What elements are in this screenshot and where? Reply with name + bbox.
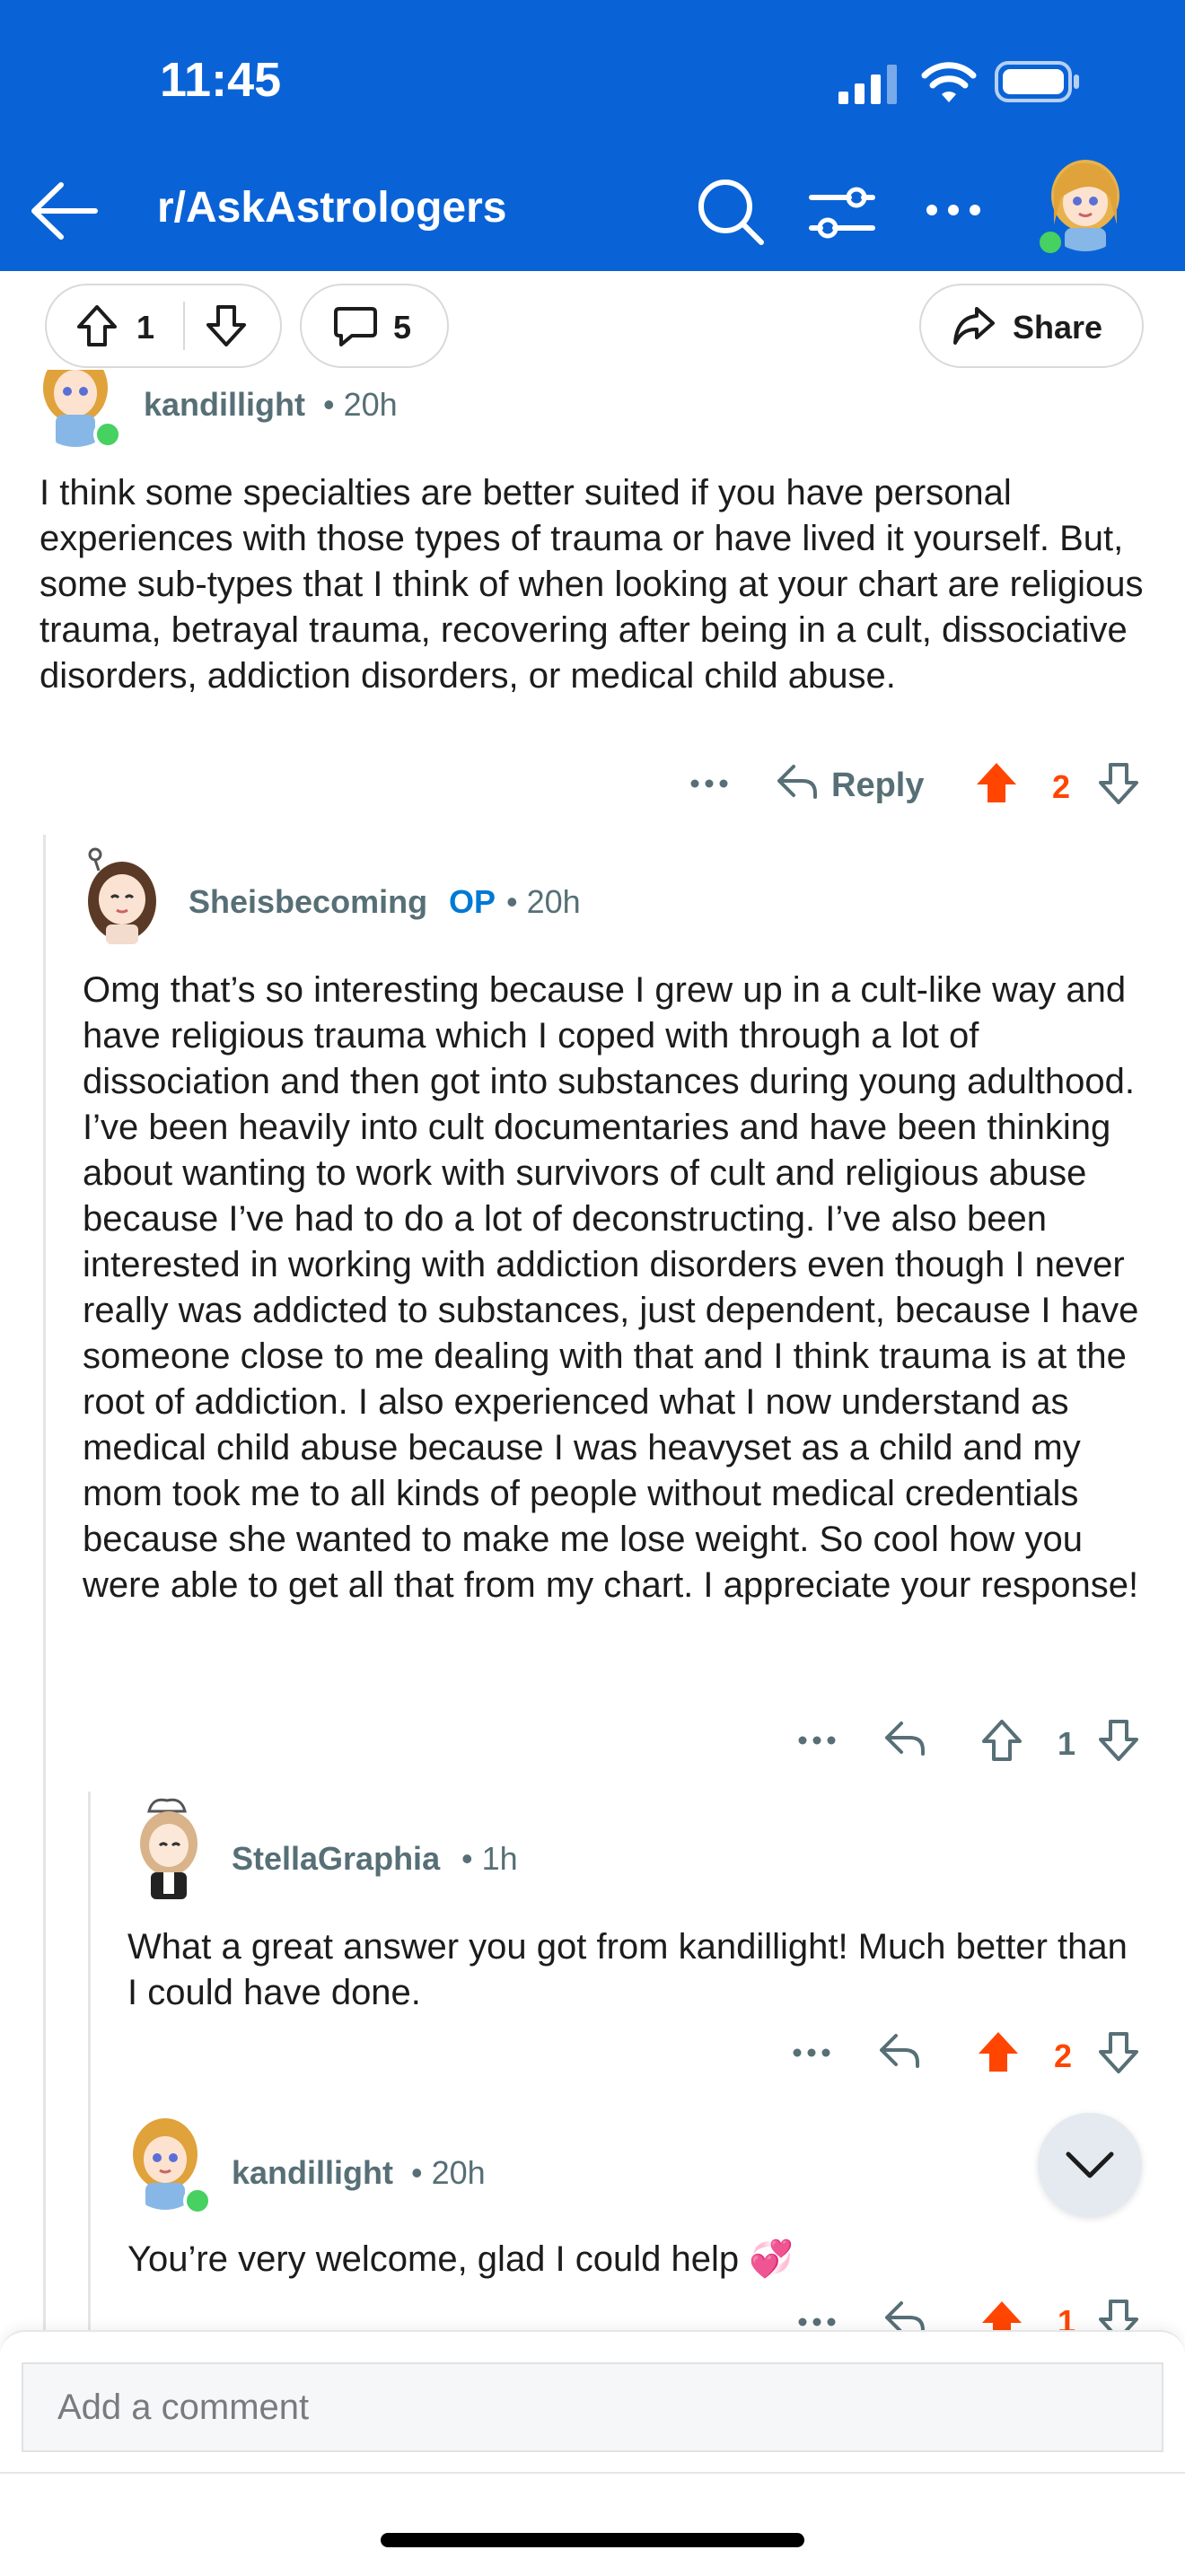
comment-timestamp: • 1h: [461, 1840, 518, 1877]
add-comment-input[interactable]: [22, 2362, 1163, 2452]
search-icon[interactable]: [697, 178, 765, 246]
downvote-arrow-icon[interactable]: [1097, 2030, 1140, 2075]
share-label: Share: [1013, 309, 1103, 346]
post-upvote-count: 1: [136, 309, 155, 346]
comment-vote-count: 1: [1058, 1725, 1076, 1762]
reply-arrow-icon[interactable]: [878, 2032, 921, 2070]
filter-sliders-icon[interactable]: [808, 183, 876, 242]
comment-body: What a great answer you got from kandill…: [127, 1927, 1128, 2012]
comment-body: I think some specialties are better suit…: [40, 473, 1144, 696]
comment-count: 5: [393, 309, 412, 346]
home-indicator: [381, 2533, 804, 2547]
downvote-arrow-icon[interactable]: [1097, 761, 1140, 806]
thread-line: [43, 835, 46, 2330]
more-options-icon[interactable]: [792, 2046, 831, 2059]
reply-button[interactable]: Reply: [831, 767, 924, 805]
comment-timestamp: • 20h: [506, 883, 581, 920]
status-time: 11:45: [160, 53, 282, 107]
online-status-dot: [183, 2186, 212, 2215]
more-options-icon[interactable]: [925, 201, 982, 219]
comment-bubble-icon: [334, 307, 377, 346]
comment-author[interactable]: Sheisbecoming: [189, 883, 427, 921]
comment-body: Omg that’s so interesting because I grew…: [83, 970, 1139, 1605]
comment-timestamp: • 20h: [411, 2154, 486, 2191]
downvote-arrow-icon[interactable]: [1097, 1718, 1140, 1763]
more-options-icon[interactable]: [797, 2316, 837, 2328]
comment-author[interactable]: StellaGraphia: [232, 1840, 440, 1878]
commenter-avatar: [75, 847, 165, 944]
online-status-dot: [1036, 228, 1065, 257]
downvote-arrow-icon[interactable]: [205, 303, 248, 348]
comment-body: You’re very welcome, glad I could help 💞: [127, 2239, 794, 2279]
reply-arrow-icon[interactable]: [776, 763, 819, 801]
more-options-icon[interactable]: [797, 1734, 837, 1747]
more-options-icon[interactable]: [689, 777, 729, 790]
upvote-arrow-icon[interactable]: [980, 1718, 1023, 1763]
wifi-icon: [921, 62, 977, 102]
comment-timestamp: • 20h: [323, 386, 398, 423]
subreddit-title[interactable]: r/AskAstrologers: [157, 183, 506, 232]
op-badge: OP: [449, 883, 496, 920]
reply-arrow-icon[interactable]: [883, 1720, 926, 1757]
comment-vote-count: 2: [1052, 768, 1071, 805]
cellular-signal-icon: [838, 65, 897, 104]
upvote-filled-icon[interactable]: [975, 759, 1018, 806]
upvote-arrow-icon[interactable]: [75, 303, 118, 348]
top-bar: 11:45 r/AskAstrologers: [0, 0, 1185, 271]
battery-icon: [995, 61, 1079, 102]
chevron-down-icon: [1066, 2151, 1114, 2178]
commenter-avatar: [122, 1795, 212, 1901]
back-arrow-icon[interactable]: [29, 180, 101, 242]
composer-divider: [0, 2472, 1185, 2474]
scroll-down-button[interactable]: [1038, 2113, 1142, 2217]
vote-divider: [183, 302, 185, 350]
comment-author[interactable]: kandillight: [232, 2154, 393, 2192]
comment-vote-count: 2: [1054, 2037, 1073, 2074]
upvote-filled-icon[interactable]: [977, 2028, 1020, 2075]
thread-line: [88, 1792, 91, 2330]
online-status-dot: [93, 420, 122, 449]
share-arrow-icon: [953, 307, 995, 345]
comment-author[interactable]: kandillight: [144, 386, 305, 424]
